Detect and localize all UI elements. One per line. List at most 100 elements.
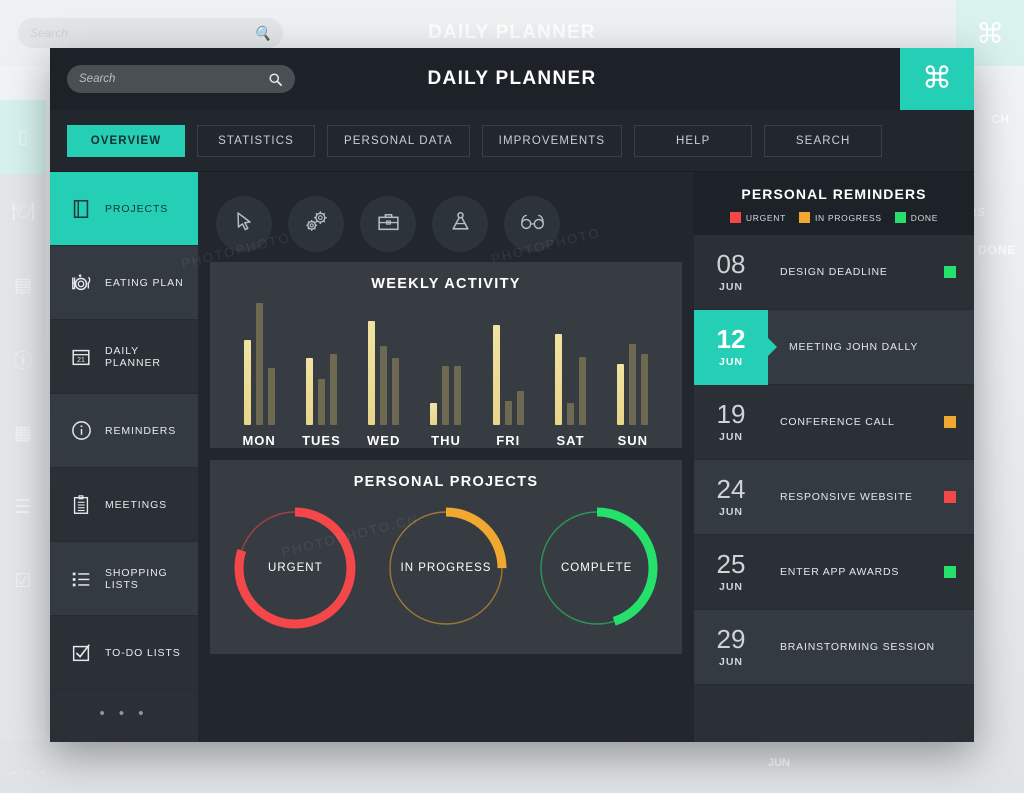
tab-improvements[interactable]: IMPROVEMENTS [481,124,623,157]
reminders-list: 08 JUN DESIGN DEADLINE 12 JUN MEETING JOHN DA… [694,235,974,685]
reminder-date: 08 JUN [694,251,768,293]
ghost-sidebar-item: ☑ [14,570,32,592]
bar-group: SUN [602,303,664,448]
personal-projects-card: PERSONAL PROJECTS URGENT IN PROGRESS COMPL… [210,460,682,654]
bar [454,366,462,425]
ghost-bottom-month: JUN [768,757,791,769]
reminder-row[interactable]: 12 JUN MEETING JOHN DALLY [694,309,974,385]
compass-icon [448,209,473,239]
reminders-legend: URGENT IN PROGRESS DONE [694,212,974,223]
settings-tool-button[interactable] [288,196,344,252]
bar [243,339,251,425]
tab-help[interactable]: HELP [634,124,753,157]
bar-category-label: WED [367,433,401,448]
bar-group: TUES [290,303,352,448]
window-header: DAILY PLANNER ⌘ [50,48,974,110]
personal-projects-title: PERSONAL PROJECTS [353,474,539,490]
reminder-date: 29 JUN [694,626,768,668]
reminder-day: 12 [716,324,746,354]
reminder-date: 12 JUN [694,309,768,385]
briefcase-tool-button[interactable] [360,196,416,252]
reminders-header: PERSONAL REMINDERS URGENT IN PROGRESS DONE [694,172,974,235]
reminder-day: 25 [716,549,746,579]
bar-category-label: TUES [302,433,341,448]
tab-bar: OVERVIEW STATISTICS PERSONAL DATA IMPROV… [50,110,974,172]
reminder-row[interactable]: 08 JUN DESIGN DEADLINE [694,235,974,310]
command-button[interactable]: ⌘ [900,48,974,110]
bar-group: FRI [477,303,539,448]
bar [329,354,337,425]
bar-category-label: MON [242,433,276,448]
legend-swatch [729,212,741,223]
weekly-activity-title: WEEKLY ACTIVITY [371,276,521,292]
reminder-day: 29 [716,624,746,654]
bar [617,364,625,425]
calendar-icon: 21 [68,344,94,370]
bar-stack [492,303,524,425]
sidebar-item-projects[interactable]: PROJECTS [50,172,198,246]
gears-icon [303,209,330,239]
info-icon [68,418,94,444]
bar-stack [617,303,649,425]
sidebar-item-meetings[interactable]: MEETINGS [50,468,198,542]
bar [317,378,325,425]
donut-label: IN PROGRESS [400,562,492,574]
personal-projects-donuts: URGENT IN PROGRESS COMPLETE [210,496,682,654]
glasses-icon [519,212,546,237]
ghost-sidebar-item: 🍽 [10,201,36,222]
ghost-more-dots: • • • [12,765,48,780]
reminder-row[interactable]: 25 JUN ENTER APP AWARDS [694,535,974,610]
sidebar-item-to-do-lists[interactable]: TO-DO LISTS [50,616,198,690]
donut-label: COMPLETE [561,562,633,574]
donut-chart: COMPLETE [531,502,663,634]
reminder-month: JUN [718,506,743,518]
bar-group: WED [353,303,415,448]
bar [255,303,263,425]
bar-group: SAT [539,303,601,448]
tab-statistics[interactable]: STATISTICS [197,124,315,157]
bar [430,403,438,425]
ghost-sidebar-item: ▦ [14,422,32,444]
tab-personal-data[interactable]: PERSONAL DATA [327,124,470,157]
tab-overview[interactable]: OVERVIEW [67,124,185,157]
bar [555,333,563,425]
sidebar-item-eating-plan[interactable]: EATING PLAN [50,246,198,320]
legend-swatch [894,212,906,223]
clipboard-icon [68,492,94,518]
status-badge [944,566,956,578]
status-badge [944,641,956,653]
reminder-date: 25 JUN [694,551,768,593]
reminder-day: 19 [716,399,746,429]
compass-tool-button[interactable] [432,196,488,252]
donut-label: URGENT [268,562,323,574]
briefcase-icon [376,209,401,239]
status-badge [944,266,956,278]
legend-label: DONE [910,212,939,223]
tab-search[interactable]: SEARCH [764,124,883,157]
glasses-tool-button[interactable] [504,196,560,252]
svg-text:21: 21 [77,357,85,364]
ghost-text-search: CH [991,112,1010,126]
ghost-sidebar-item: ☰ [14,496,32,518]
sidebar-item-reminders[interactable]: REMINDERS [50,394,198,468]
sidebar-more-button[interactable]: • • • [50,690,198,736]
reminder-row[interactable]: 29 JUN BRAINSTORMING SESSION [694,610,974,685]
donut-chart: IN PROGRESS [380,502,512,634]
bar-group: MON [228,303,290,448]
ghost-text-done: DONE [978,243,1016,257]
reminder-row[interactable]: 24 JUN RESPONSIVE WEBSITE [694,460,974,535]
sidebar-item-label: TO-DO LISTS [105,646,181,659]
cursor-tool-button[interactable] [216,196,272,252]
sidebar-item-daily-planner[interactable]: 21 DAILY PLANNER [50,320,198,394]
reminder-month: JUN [718,656,743,668]
bar [516,390,524,425]
bar [504,400,512,425]
bar-stack [555,303,587,425]
bar-category-label: SAT [556,433,585,448]
reminder-date: 24 JUN [694,476,768,518]
status-badge [944,491,956,503]
bar-stack [305,303,337,425]
sidebar-item-shopping-lists[interactable]: SHOPPING LISTS [50,542,198,616]
reminder-row[interactable]: 19 JUN CONFERENCE CALL [694,385,974,460]
status-badge [944,341,956,353]
